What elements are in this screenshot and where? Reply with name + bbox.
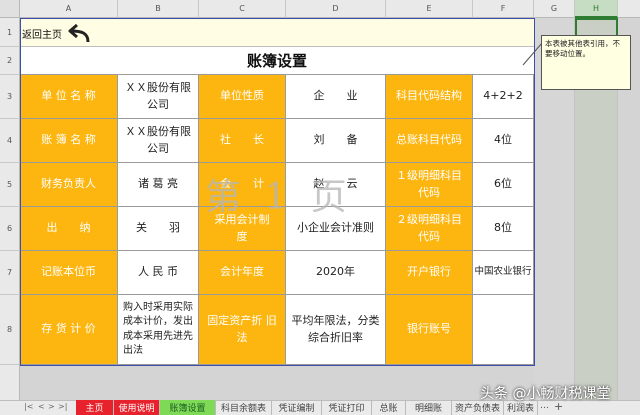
sheet-tab-voucher-print[interactable]: 凭证打印 bbox=[322, 400, 372, 415]
value-bank-account[interactable] bbox=[473, 295, 534, 365]
cell-comment: 本表被其他表引用，不要移动位置。 bbox=[541, 35, 631, 90]
label-bank: 开户银行 bbox=[386, 251, 473, 295]
label-fiscal-year: 会计年度 bbox=[199, 251, 286, 295]
row-header-1[interactable]: 1 bbox=[0, 18, 20, 47]
column-header-a[interactable]: A bbox=[20, 0, 118, 18]
row-header-8[interactable]: 8 bbox=[0, 295, 20, 365]
label-ledger-code: 总账科目代码 bbox=[386, 119, 473, 163]
label-president: 社 长 bbox=[199, 119, 286, 163]
value-inventory-valuation[interactable]: 购入时采用实际成本计价，发出成本采用先进先出法 bbox=[118, 295, 199, 365]
column-header-extra[interactable] bbox=[618, 0, 640, 18]
label-level2-code: ２级明细科目代码 bbox=[386, 207, 473, 251]
label-bank-account: 银行账号 bbox=[386, 295, 473, 365]
label-account-code-structure: 科目代码结构 bbox=[386, 75, 473, 119]
row-header-6[interactable]: 6 bbox=[0, 207, 20, 251]
sheet-tab-detail-ledger[interactable]: 明细账 bbox=[406, 400, 452, 415]
page-number-watermark: 第 1 页 bbox=[205, 177, 353, 218]
row-header-empty bbox=[0, 365, 20, 400]
sheet-tab-book-settings[interactable]: 账簿设置 bbox=[160, 400, 216, 415]
sheet-tab-ledger[interactable]: 总账 bbox=[372, 400, 406, 415]
prev-sheet-button[interactable]: < bbox=[38, 402, 46, 411]
value-ledger-code[interactable]: 4位 bbox=[473, 119, 534, 163]
value-unit-nature[interactable]: 企 业 bbox=[286, 75, 386, 119]
sheet-tab-home[interactable]: 主页 bbox=[76, 400, 114, 415]
value-currency[interactable]: 人 民 币 bbox=[118, 251, 199, 295]
last-sheet-button[interactable]: >| bbox=[58, 402, 70, 411]
value-fiscal-year[interactable]: 2020年 bbox=[286, 251, 386, 295]
value-finance-head[interactable]: 诸 葛 亮 bbox=[118, 163, 199, 207]
page-title: 账簿设置 bbox=[20, 47, 534, 75]
label-currency: 记账本位币 bbox=[20, 251, 118, 295]
column-header-f[interactable]: F bbox=[473, 0, 534, 18]
column-header-d[interactable]: D bbox=[286, 0, 386, 18]
sheet-tab-instructions[interactable]: 使用说明 bbox=[114, 400, 160, 415]
column-header-h[interactable]: H bbox=[575, 0, 618, 18]
label-finance-head: 财务负责人 bbox=[20, 163, 118, 207]
select-all-corner[interactable] bbox=[0, 0, 20, 18]
first-sheet-button[interactable]: |< bbox=[24, 402, 34, 411]
row-header-3[interactable]: 3 bbox=[0, 75, 20, 119]
row-header-2[interactable]: 2 bbox=[0, 47, 20, 75]
value-account-code-structure[interactable]: 4+2+2 bbox=[473, 75, 534, 119]
sheet-tab-voucher-entry[interactable]: 凭证编制 bbox=[272, 400, 322, 415]
value-level1-code[interactable]: 6位 bbox=[473, 163, 534, 207]
label-book-name: 账 簿 名 称 bbox=[20, 119, 118, 163]
header-row bbox=[20, 18, 534, 47]
row-header-5[interactable]: 5 bbox=[0, 163, 20, 207]
next-sheet-button[interactable]: > bbox=[48, 402, 56, 411]
label-inventory-valuation: 存 货 计 价 bbox=[20, 295, 118, 365]
sheet-tab-balance[interactable]: 科目余额表 bbox=[216, 400, 272, 415]
value-unit-name[interactable]: ＸＸ股份有限公司 bbox=[118, 75, 199, 119]
column-header-c[interactable]: C bbox=[199, 0, 286, 18]
value-president[interactable]: 刘 备 bbox=[286, 119, 386, 163]
label-cashier: 出 纳 bbox=[20, 207, 118, 251]
label-level1-code: １级明细科目代码 bbox=[386, 163, 473, 207]
value-level2-code[interactable]: 8位 bbox=[473, 207, 534, 251]
row-header-4[interactable]: 4 bbox=[0, 119, 20, 163]
column-header-b[interactable]: B bbox=[118, 0, 199, 18]
label-unit-nature: 单位性质 bbox=[199, 75, 286, 119]
value-book-name[interactable]: ＸＸ股份有限公司 bbox=[118, 119, 199, 163]
column-header-e[interactable]: E bbox=[386, 0, 473, 18]
back-home-link[interactable]: 返回主页 bbox=[22, 26, 62, 41]
label-depreciation-method: 固定资产折 旧 法 bbox=[199, 295, 286, 365]
row-header-7[interactable]: 7 bbox=[0, 251, 20, 295]
label-unit-name: 单 位 名 称 bbox=[20, 75, 118, 119]
column-header-g[interactable]: G bbox=[534, 0, 575, 18]
value-cashier[interactable]: 关 羽 bbox=[118, 207, 199, 251]
value-depreciation-method[interactable]: 平均年限法，分类综合折旧率 bbox=[286, 295, 386, 365]
return-arrow-icon[interactable] bbox=[68, 22, 94, 46]
brand-watermark: 头条 @小畅财税课堂 bbox=[480, 386, 611, 402]
value-bank[interactable]: 中国农业银行 bbox=[473, 251, 534, 295]
